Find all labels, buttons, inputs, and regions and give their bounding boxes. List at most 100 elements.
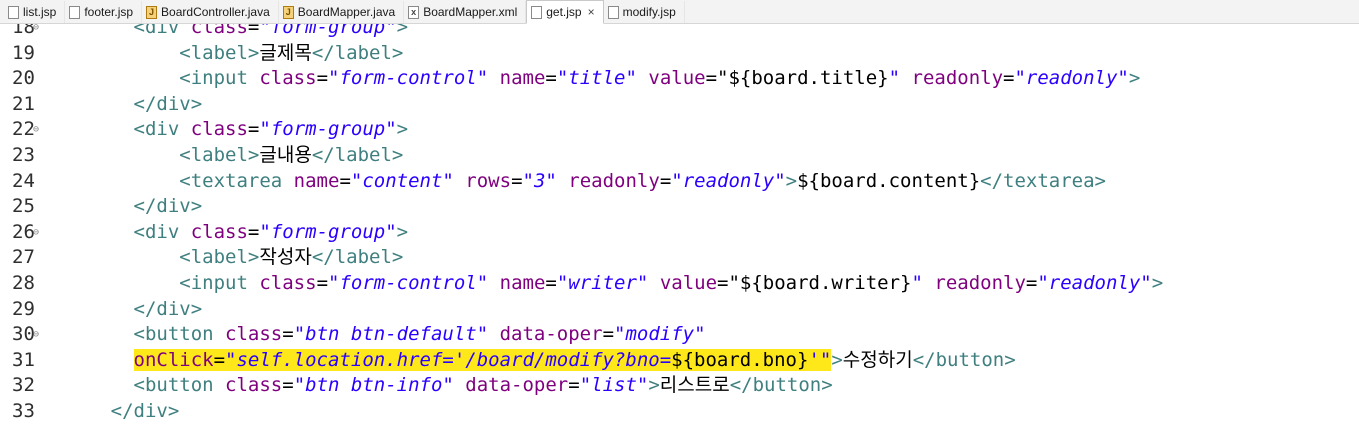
token-tag: <div: [133, 118, 191, 141]
tab-label: BoardMapper.xml: [423, 5, 518, 19]
token-tag: >: [396, 118, 409, 141]
code-text: </div>: [42, 297, 203, 323]
fold-toggle-icon[interactable]: ⊖: [33, 322, 39, 348]
token-tag: >: [1128, 67, 1141, 90]
token-txt: =: [602, 323, 615, 346]
line-number: 21: [12, 92, 35, 115]
token-val: "readonly": [1037, 272, 1152, 294]
token-attr: value: [659, 272, 718, 294]
token-tag: </label>: [311, 246, 404, 269]
token-val: "writer": [556, 272, 649, 294]
fold-toggle-icon[interactable]: ⊖: [33, 24, 39, 41]
token-txt: 리스트로: [659, 374, 730, 397]
token-val: "form-control": [328, 67, 489, 90]
tab-label: modify.jsp: [622, 5, 676, 19]
token-tag: >: [785, 169, 798, 192]
token-txt: 글제목: [259, 41, 312, 64]
jsp-file-icon: [69, 5, 81, 19]
line-number: 29: [12, 297, 35, 320]
token-txt: =: [659, 169, 672, 192]
token-val: "btn btn-default": [293, 323, 489, 346]
code-text: <input class="form-control" name="writer…: [42, 271, 1163, 297]
token-attr: class: [190, 118, 248, 141]
fold-toggle-icon[interactable]: ⊖: [33, 220, 39, 246]
code-text: <div class="form-group">: [42, 117, 409, 143]
tab-boardcontroller-java[interactable]: J BoardController.java: [142, 1, 279, 23]
token-txt: =: [545, 272, 557, 294]
token-tag: <div: [133, 220, 191, 243]
token-attr: name: [499, 67, 546, 90]
token-attr: class: [259, 272, 317, 294]
jsp-file-icon: [607, 5, 619, 19]
token-txt: ${board.bno}: [671, 348, 809, 371]
code-text: </div>: [42, 399, 180, 425]
token-val: "self.location.href='/board/modify?bno=: [225, 348, 672, 371]
token-val: "list": [579, 374, 649, 397]
code-text: <label>작성자</label>: [42, 245, 403, 271]
token-val: "3": [522, 169, 557, 192]
token-txt: =: [316, 272, 329, 294]
tab-list-jsp[interactable]: list.jsp: [4, 1, 66, 23]
token-txt: =: [282, 323, 294, 346]
token-txt: =: [339, 169, 351, 192]
token-tag: <label>: [179, 246, 260, 269]
token-val: ": [911, 272, 923, 294]
xml-file-icon: x: [408, 5, 420, 19]
fold-toggle-icon[interactable]: ⊖: [33, 117, 39, 143]
token-tag: <input: [179, 272, 260, 294]
token-attr: name: [293, 169, 340, 192]
token-attr: readonly: [568, 169, 660, 192]
token-attr: readonly: [911, 67, 1004, 90]
java-file-icon: J: [282, 5, 294, 19]
line-number: 27: [12, 246, 35, 269]
token-attr: class: [190, 24, 248, 38]
token-txt: ="${board.writer}: [717, 272, 912, 294]
token-val: "form-group": [259, 220, 397, 243]
token-attr: name: [499, 272, 546, 294]
token-txt: =: [247, 24, 260, 38]
token-tag: </div>: [133, 92, 203, 115]
tab-footer-jsp[interactable]: footer.jsp: [65, 1, 143, 23]
code-text: onClick="self.location.href='/board/modi…: [42, 348, 1016, 374]
code-editor[interactable]: 18 ⊖ <div class="form-group"> 19 <label>글제…: [0, 24, 1359, 431]
code-text: <input class="form-control" name="title"…: [42, 66, 1140, 92]
line-number: 33: [12, 400, 35, 422]
tab-label: footer.jsp: [84, 5, 134, 19]
tab-boardmapper-xml[interactable]: x BoardMapper.xml: [404, 1, 527, 23]
tab-get-jsp[interactable]: get.jsp ×: [526, 0, 604, 24]
token-tag: <button: [133, 374, 226, 397]
line-number: 28: [12, 272, 35, 294]
token-txt: =: [316, 67, 329, 90]
token-tag: </button>: [729, 374, 833, 397]
close-tab-icon[interactable]: ×: [588, 5, 595, 19]
token-tag: </button>: [912, 348, 1016, 371]
token-txt: =: [213, 348, 226, 371]
token-attr: class: [225, 323, 283, 346]
token-txt: 글내용: [259, 144, 312, 166]
token-tag: >: [396, 24, 409, 38]
jsp-file-icon: [8, 5, 19, 19]
line-number: 31: [12, 348, 35, 371]
token-attr: class: [259, 67, 317, 90]
token-val: '": [808, 348, 832, 371]
tab-modify-jsp[interactable]: modify.jsp: [604, 1, 685, 23]
token-attr: data-oper: [499, 323, 603, 346]
token-val: "form-control": [328, 272, 489, 294]
token-val: "title": [556, 67, 637, 90]
tab-boardmapper-java[interactable]: J BoardMapper.java: [279, 1, 405, 23]
